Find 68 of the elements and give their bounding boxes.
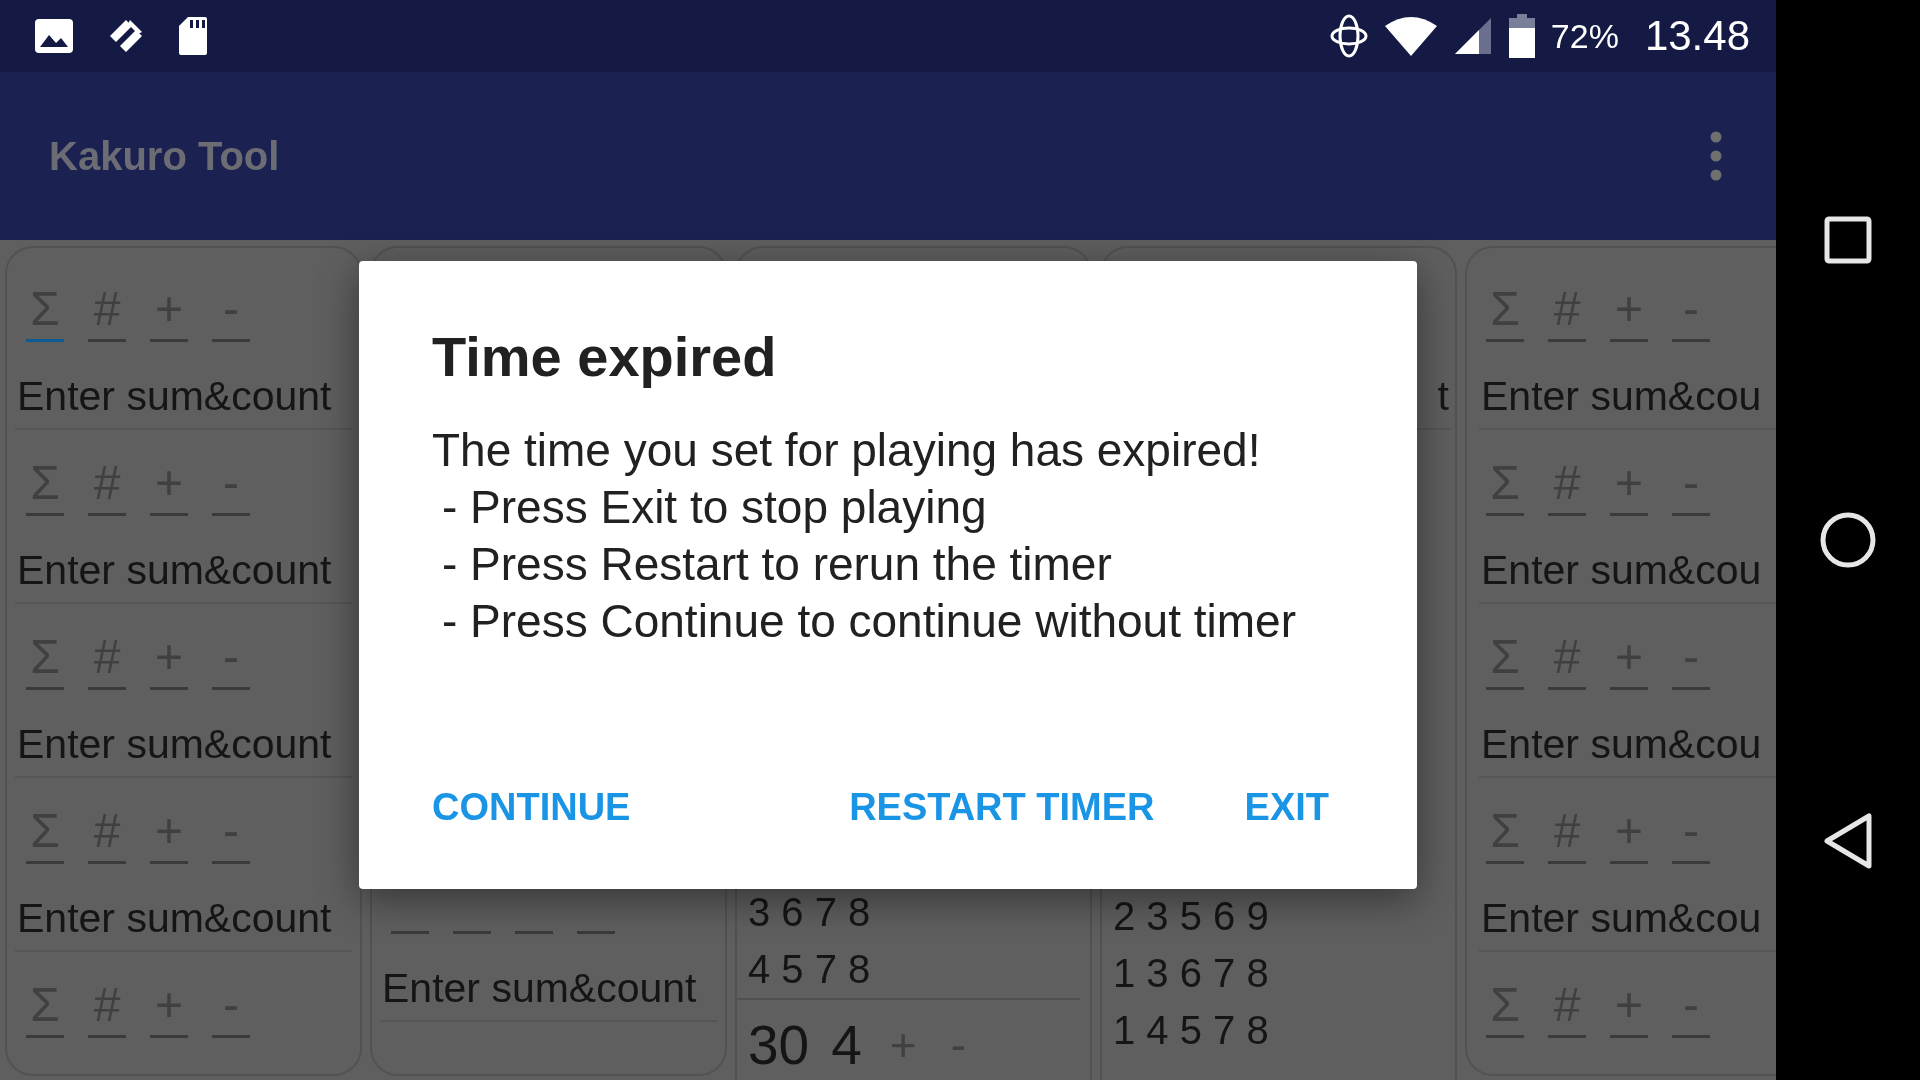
symbol-tab[interactable]: # [88, 800, 126, 864]
dialog-message: The time you set for playing has expired! [432, 423, 1262, 478]
symbol-tab[interactable]: + [150, 452, 188, 516]
dialog-button[interactable]: CONTINUE [424, 771, 639, 843]
symbol-tab[interactable]: # [88, 974, 126, 1038]
sum-count-field[interactable]: Enter sum&count [15, 868, 352, 952]
battery-percent: 72% [1550, 16, 1619, 56]
sum-count-field[interactable]: Enter sum&cou [1479, 520, 1776, 604]
minus-button[interactable]: - [944, 1022, 972, 1068]
symbol-tab[interactable]: + [1610, 800, 1648, 864]
dialog-instruction: - Press Exit to stop playing [441, 480, 988, 535]
symbol-tab[interactable]: + [1610, 278, 1648, 342]
clock: 13.48 [1644, 12, 1750, 60]
sum-count-field[interactable]: Enter sum&count [15, 520, 352, 604]
symbol-tab[interactable]: - [212, 278, 250, 342]
dialog-instruction: - Press Continue to continue without timer [441, 594, 1297, 649]
combination-row-text: 2 3 5 6 9 [1112, 893, 1270, 940]
symbol-tab[interactable]: - [212, 974, 250, 1038]
symbol-tab[interactable]: - [212, 626, 250, 690]
orbit-icon [1328, 13, 1369, 59]
sum-count-field[interactable]: Enter sum&cou [1479, 694, 1776, 778]
symbol-tab[interactable]: + [150, 626, 188, 690]
symbol-tab[interactable]: - [1672, 452, 1710, 516]
combination-row-text: 1 3 6 7 8 [1112, 950, 1270, 997]
dialog-button[interactable]: RESTART TIMER [841, 771, 1163, 843]
image-icon [34, 18, 74, 54]
symbol-tab[interactable]: # [88, 452, 126, 516]
symbol-tab[interactable]: - [1672, 626, 1710, 690]
symbol-tab[interactable]: + [1610, 626, 1648, 690]
dialog-button[interactable]: EXIT [1236, 771, 1337, 843]
recents-icon[interactable] [1824, 216, 1872, 264]
back-icon[interactable] [1822, 812, 1874, 870]
combination-row-text: 4 5 7 8 [747, 946, 872, 993]
combination-row-text: 3 6 7 8 [747, 889, 872, 936]
symbol-tab[interactable]: - [212, 452, 250, 516]
battery-icon [1508, 14, 1535, 58]
home-icon[interactable] [1820, 512, 1876, 568]
more-menu-icon[interactable] [1710, 131, 1722, 181]
sd-card-icon [178, 16, 208, 56]
sum-count-field[interactable]: Enter sum&count [380, 938, 717, 1022]
symbol-tab[interactable]: + [1610, 452, 1648, 516]
sum-value: 30 [748, 1017, 810, 1073]
wifi-icon [1384, 16, 1437, 56]
sum-count-field[interactable]: Enter sum&cou [1479, 346, 1776, 430]
symbol-tab[interactable]: - [212, 800, 250, 864]
symbol-tab[interactable]: - [1672, 974, 1710, 1038]
combination-row-text: 1 4 5 7 8 [1112, 1007, 1270, 1054]
symbol-tab[interactable]: # [1548, 626, 1586, 690]
symbol-tab[interactable]: # [1548, 974, 1586, 1038]
symbol-tab[interactable]: + [1610, 974, 1648, 1038]
sum-count-field[interactable]: Enter sum&cou [1479, 868, 1776, 952]
symbol-tab[interactable]: # [1548, 278, 1586, 342]
symbol-tab[interactable]: # [1548, 452, 1586, 516]
dialog-instruction: - Press Restart to rerun the timer [441, 537, 1113, 592]
symbol-tab[interactable]: # [88, 278, 126, 342]
symbol-tab[interactable]: + [150, 278, 188, 342]
app-title: Kakuro Tool [49, 133, 280, 179]
symbol-tab[interactable]: # [88, 626, 126, 690]
symbol-tab[interactable]: + [150, 974, 188, 1038]
sum-count-field[interactable]: Enter sum&count [15, 346, 352, 430]
dialog-title: Time expired [432, 324, 778, 390]
symbol-tab[interactable]: - [1672, 278, 1710, 342]
sum-count-field[interactable]: Enter sum&count [15, 694, 352, 778]
plus-button[interactable]: + [883, 1022, 923, 1068]
symbol-tab[interactable]: # [1548, 800, 1586, 864]
count-value: 4 [831, 1017, 862, 1073]
symbol-tab[interactable]: + [150, 800, 188, 864]
symbol-tab[interactable]: - [1672, 800, 1710, 864]
